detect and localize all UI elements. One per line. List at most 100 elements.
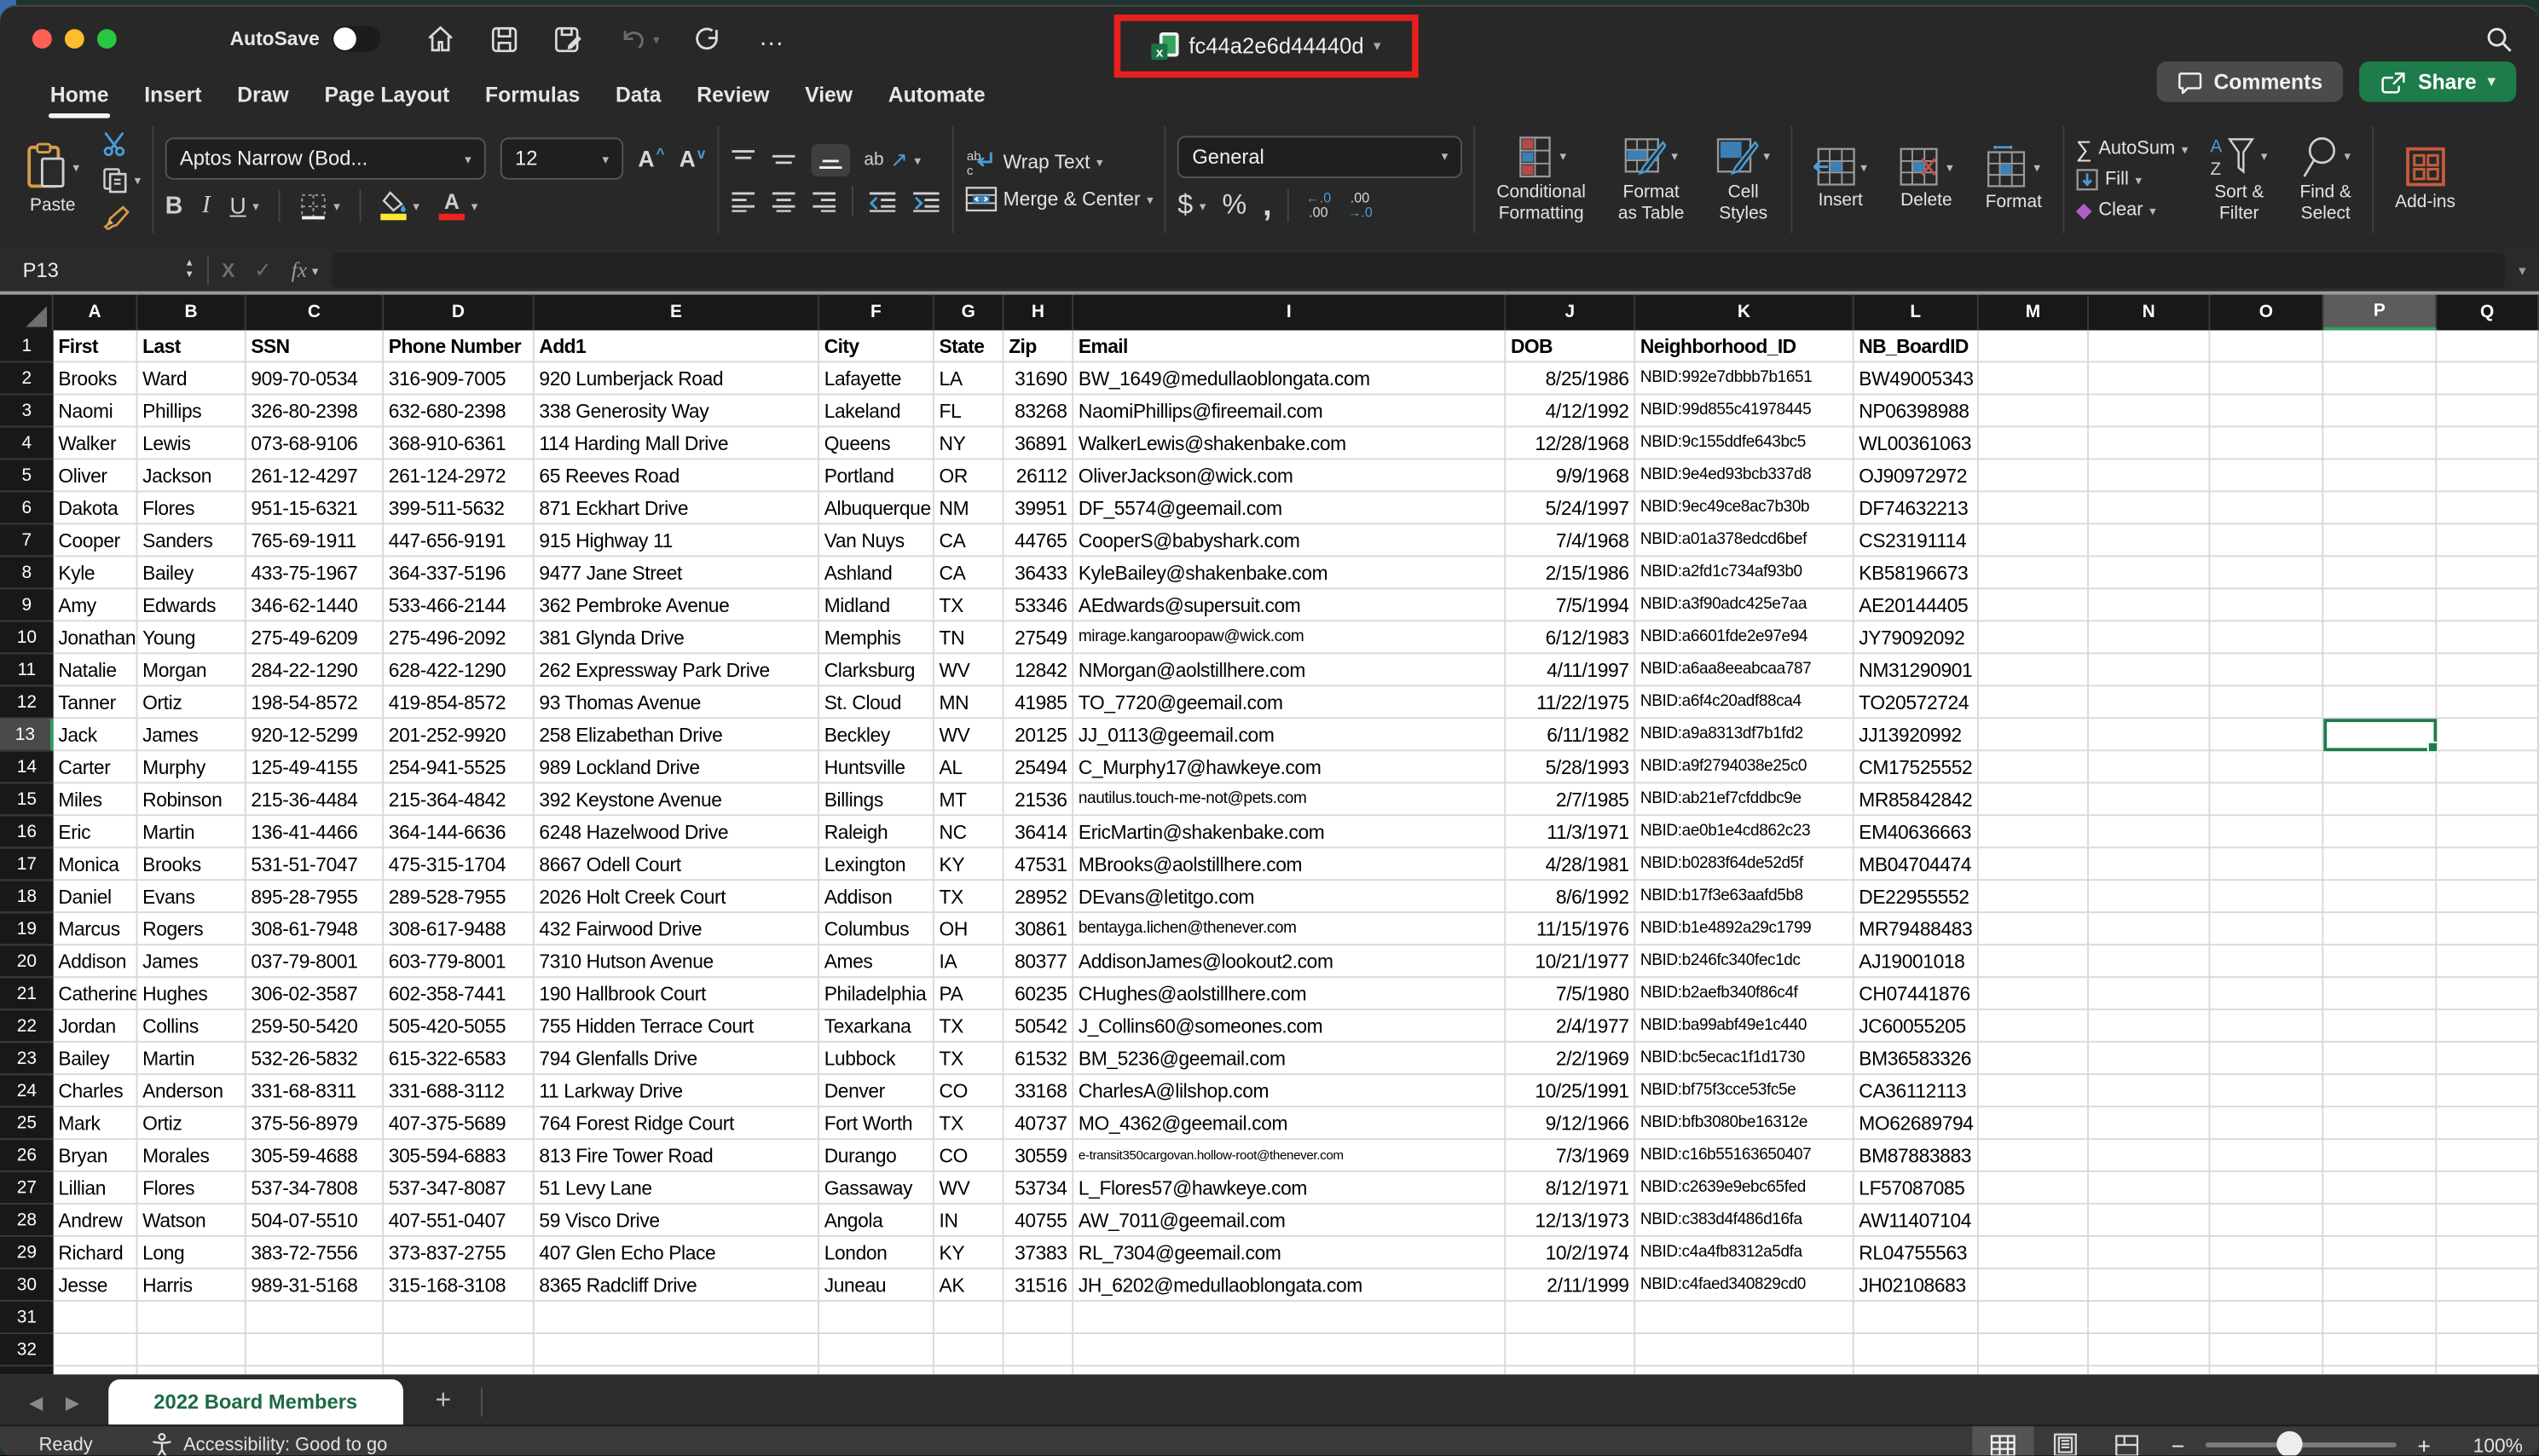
- cell-A17[interactable]: Monica: [54, 848, 138, 881]
- cell-M12[interactable]: [1979, 686, 2089, 719]
- cell-I21[interactable]: CHughes@aolstillhere.com: [1073, 978, 1506, 1010]
- cell-E26[interactable]: 813 Fire Tower Road: [535, 1140, 819, 1172]
- cell-L32[interactable]: [1854, 1334, 1979, 1366]
- document-title[interactable]: fc44a2e6d44440d: [1189, 34, 1363, 58]
- cell-C27[interactable]: 537-34-7808: [246, 1172, 384, 1205]
- row-header-28[interactable]: 28: [0, 1205, 54, 1237]
- cell-I15[interactable]: nautilus.touch-me-not@pets.com: [1073, 783, 1506, 816]
- cell-G20[interactable]: IA: [934, 945, 1004, 978]
- cell-I24[interactable]: CharlesA@lilshop.com: [1073, 1075, 1506, 1107]
- cancel-entry-icon[interactable]: X: [222, 259, 234, 282]
- cell-P24[interactable]: [2323, 1075, 2437, 1107]
- cell-K32[interactable]: [1635, 1334, 1854, 1366]
- cell-J8[interactable]: 2/15/1986: [1506, 557, 1635, 589]
- row-header-15[interactable]: 15: [0, 783, 54, 816]
- cell-E2[interactable]: 920 Lumberjack Road: [535, 362, 819, 395]
- row-header-18[interactable]: 18: [0, 881, 54, 913]
- conditional-formatting-button[interactable]: ▾ Conditional Formatting: [1487, 132, 1595, 227]
- tab-view[interactable]: View: [787, 75, 870, 113]
- cell-A26[interactable]: Bryan: [54, 1140, 138, 1172]
- cell-O24[interactable]: [2210, 1075, 2323, 1107]
- cell-B17[interactable]: Brooks: [137, 848, 246, 881]
- cell-E22[interactable]: 755 Hidden Terrace Court: [535, 1010, 819, 1043]
- italic-button[interactable]: I: [202, 192, 210, 219]
- cell-Q10[interactable]: [2437, 621, 2539, 654]
- cell-O6[interactable]: [2210, 492, 2323, 524]
- sort-filter-button[interactable]: AZ ▾ Sort & Filter: [2201, 132, 2277, 227]
- cell-D25[interactable]: 407-375-5689: [384, 1107, 535, 1140]
- cell-E13[interactable]: 258 Elizabethan Drive: [535, 719, 819, 751]
- cell-K1[interactable]: Neighborhood_ID: [1635, 330, 1854, 362]
- cell-G30[interactable]: AK: [934, 1269, 1004, 1302]
- tab-insert[interactable]: Insert: [126, 75, 219, 113]
- cell-N14[interactable]: [2089, 751, 2210, 783]
- cell-P11[interactable]: [2323, 654, 2437, 686]
- cell-I25[interactable]: MO_4362@geemail.com: [1073, 1107, 1506, 1140]
- cell-F1[interactable]: City: [819, 330, 934, 362]
- row-header-5[interactable]: 5: [0, 459, 54, 492]
- cell-G18[interactable]: TX: [934, 881, 1004, 913]
- tab-formulas[interactable]: Formulas: [467, 75, 598, 113]
- paste-button[interactable]: ▾ Paste: [16, 140, 89, 220]
- cell-H12[interactable]: 41985: [1004, 686, 1074, 719]
- cell-A15[interactable]: Miles: [54, 783, 138, 816]
- cell-O32[interactable]: [2210, 1334, 2323, 1366]
- cell-Q14[interactable]: [2437, 751, 2539, 783]
- cell-G19[interactable]: OH: [934, 913, 1004, 945]
- cell-G14[interactable]: AL: [934, 751, 1004, 783]
- cell-M6[interactable]: [1979, 492, 2089, 524]
- cell-M29[interactable]: [1979, 1237, 2089, 1269]
- cell-C24[interactable]: 331-68-8311: [246, 1075, 384, 1107]
- cell-D19[interactable]: 308-617-9488: [384, 913, 535, 945]
- cell-K11[interactable]: NBID:a6aa8eeabcaa787: [1635, 654, 1854, 686]
- cell-J28[interactable]: 12/13/1973: [1506, 1205, 1635, 1237]
- bold-button[interactable]: B: [165, 192, 183, 219]
- cell-F22[interactable]: Texarkana: [819, 1010, 934, 1043]
- cell-I30[interactable]: JH_6202@medullaoblongata.com: [1073, 1269, 1506, 1302]
- cell-L20[interactable]: AJ19001018: [1854, 945, 1979, 978]
- cell-G6[interactable]: NM: [934, 492, 1004, 524]
- autosave-toggle[interactable]: [333, 26, 381, 51]
- cell-G25[interactable]: TX: [934, 1107, 1004, 1140]
- cell-A33[interactable]: [54, 1366, 138, 1374]
- cell-A4[interactable]: Walker: [54, 427, 138, 459]
- zoom-out-icon[interactable]: −: [2157, 1432, 2199, 1456]
- cell-P14[interactable]: [2323, 751, 2437, 783]
- cell-F28[interactable]: Angola: [819, 1205, 934, 1237]
- cell-F16[interactable]: Raleigh: [819, 816, 934, 848]
- cell-Q3[interactable]: [2437, 395, 2539, 427]
- row-header-6[interactable]: 6: [0, 492, 54, 524]
- cell-A11[interactable]: Natalie: [54, 654, 138, 686]
- cell-G31[interactable]: [934, 1302, 1004, 1334]
- cell-D21[interactable]: 602-358-7441: [384, 978, 535, 1010]
- cell-J1[interactable]: DOB: [1506, 330, 1635, 362]
- cell-O29[interactable]: [2210, 1237, 2323, 1269]
- cell-I22[interactable]: J_Collins60@someones.com: [1073, 1010, 1506, 1043]
- cell-G2[interactable]: LA: [934, 362, 1004, 395]
- cell-D3[interactable]: 632-680-2398: [384, 395, 535, 427]
- insert-function-icon[interactable]: fx: [292, 257, 308, 283]
- cell-I1[interactable]: Email: [1073, 330, 1506, 362]
- clear-button[interactable]: ◆ Clear ▾: [2076, 198, 2189, 223]
- cell-B33[interactable]: [137, 1366, 246, 1374]
- cell-M26[interactable]: [1979, 1140, 2089, 1172]
- currency-format-button[interactable]: $▾: [1177, 189, 1206, 222]
- cell-O8[interactable]: [2210, 557, 2323, 589]
- cell-P31[interactable]: [2323, 1302, 2437, 1334]
- cell-H9[interactable]: 53346: [1004, 589, 1074, 621]
- cell-K23[interactable]: NBID:bc5ecac1f1d1730: [1635, 1043, 1854, 1075]
- cell-A1[interactable]: First: [54, 330, 138, 362]
- cell-N2[interactable]: [2089, 362, 2210, 395]
- cell-H6[interactable]: 39951: [1004, 492, 1074, 524]
- column-header-H[interactable]: H: [1004, 295, 1074, 331]
- cell-F8[interactable]: Ashland: [819, 557, 934, 589]
- cell-J4[interactable]: 12/28/1968: [1506, 427, 1635, 459]
- cell-D16[interactable]: 364-144-6636: [384, 816, 535, 848]
- cell-K9[interactable]: NBID:a3f90adc425e7aa: [1635, 589, 1854, 621]
- cell-G26[interactable]: CO: [934, 1140, 1004, 1172]
- cell-D22[interactable]: 505-420-5055: [384, 1010, 535, 1043]
- cell-G22[interactable]: TX: [934, 1010, 1004, 1043]
- cell-K7[interactable]: NBID:a01a378edcd6bef: [1635, 524, 1854, 557]
- cell-Q11[interactable]: [2437, 654, 2539, 686]
- cell-O19[interactable]: [2210, 913, 2323, 945]
